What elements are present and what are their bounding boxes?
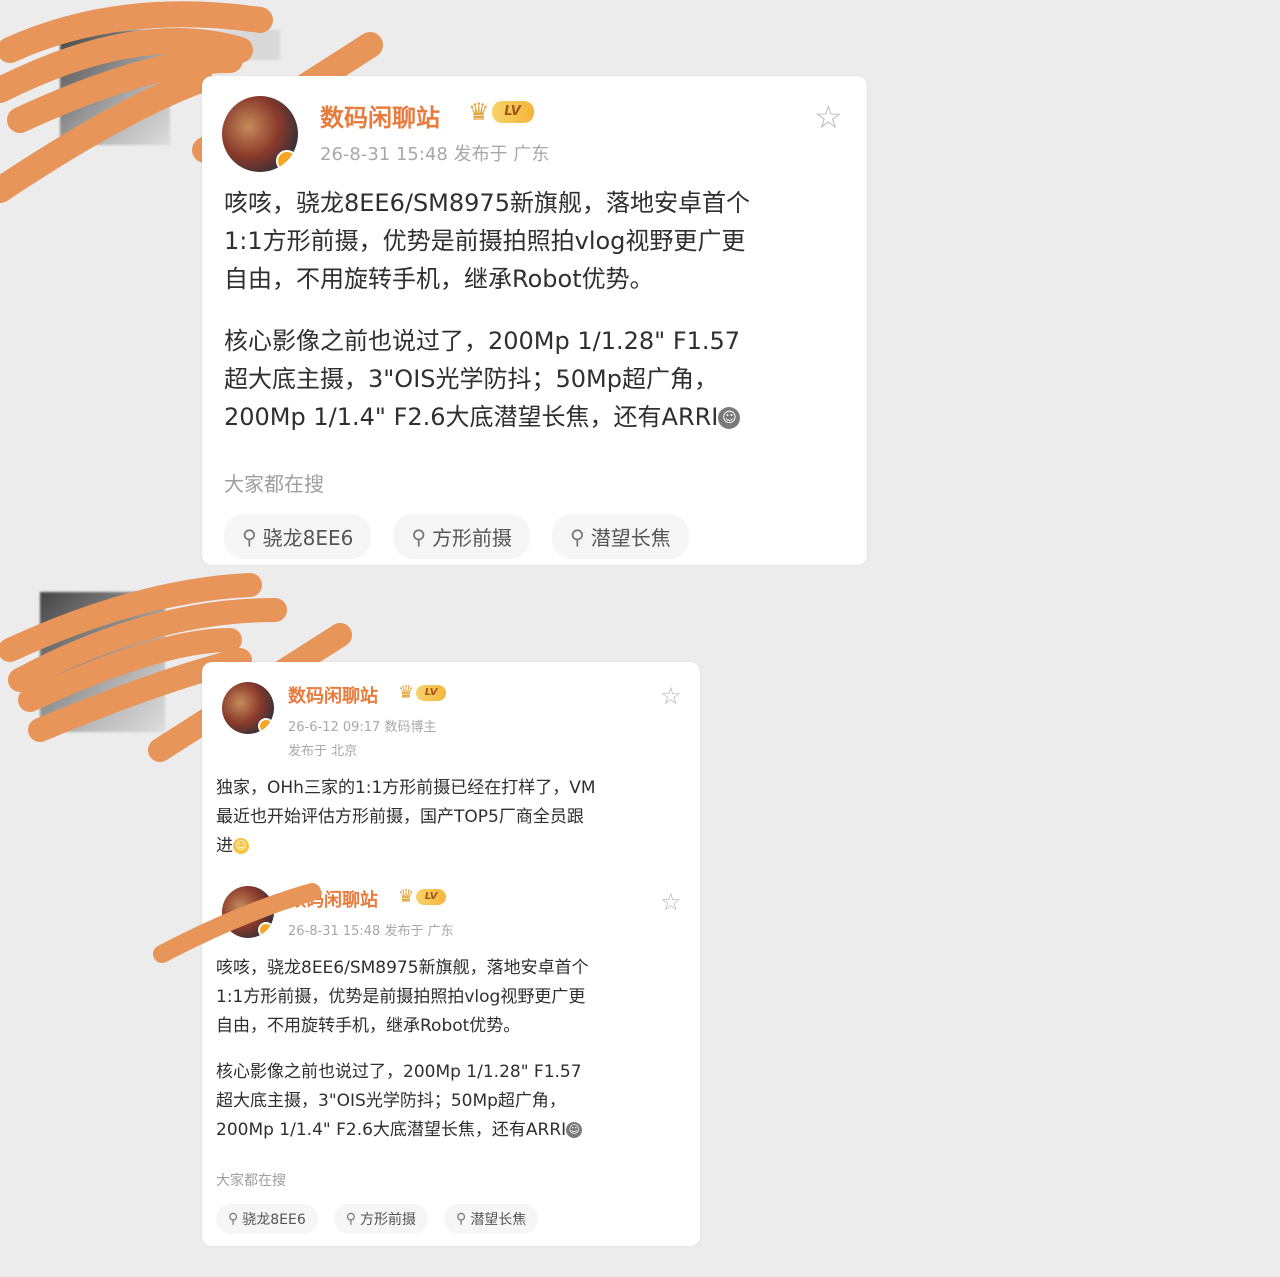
trending-tags: ⚲ 骁龙8EE6 ⚲ 方形前摄 ⚲ 潜望长焦 (216, 1204, 539, 1234)
search-icon: ⚲ (411, 524, 427, 549)
verified-badge-icon (276, 150, 298, 172)
post-meta: 26-8-31 15:48 发布于 广东 (320, 144, 550, 165)
post-content: 独家，OHh三家的1:1方形前摄已经在打样了，VM 最近也开始评估方形前摄，国产… (216, 774, 596, 861)
pixelated-name (200, 30, 280, 60)
search-icon: ⚲ (570, 524, 585, 549)
trending-hint: 大家都在搜 (224, 472, 324, 496)
username[interactable]: 数码闲聊站 (320, 98, 440, 133)
vip-level: LV (416, 684, 447, 701)
content-line: 1:1方形前摄，优势是前摄拍照拍vlog视野更广更 (224, 227, 746, 255)
crown-icon: ♛ (398, 682, 415, 703)
vip-level: LV (491, 101, 534, 123)
post-content: 咳咳，骁龙8EE6/SM8975新旗舰，落地安卓首个 1:1方形前摄，优势是前摄… (216, 954, 589, 1145)
tag-label: 骁龙8EE6 (242, 1212, 306, 1228)
content-line: 自由，不用旋转手机，继承Robot优势。 (216, 1016, 521, 1036)
tag-label: 方形前摄 (360, 1212, 417, 1228)
content-line: 咳咳，骁龙8EE6/SM8975新旗舰，落地安卓首个 (216, 958, 589, 978)
vip-badge: ♛ LV (398, 886, 447, 907)
username[interactable]: 数码闲聊站 (288, 886, 378, 912)
content-line: 独家，OHh三家的1:1方形前摄已经在打样了，VM (216, 778, 596, 798)
avatar[interactable] (222, 96, 298, 172)
tag-chip[interactable]: ⚲ 方形前摄 (393, 514, 531, 559)
verified-badge-icon (258, 922, 274, 938)
trending-hint: 大家都在搜 (216, 1173, 286, 1189)
tag-chip[interactable]: ⚲ 潜望长焦 (444, 1204, 539, 1234)
pixelated-avatar (60, 30, 170, 145)
star-outline-icon[interactable]: ☆ (814, 98, 843, 136)
star-outline-icon[interactable]: ☆ (660, 682, 682, 710)
post-content: 咳咳，骁龙8EE6/SM8975新旗舰，落地安卓首个 1:1方形前摄，优势是前摄… (224, 184, 750, 436)
post-card-1: 数码闲聊站 ♛ LV 26-8-31 15:48 发布于 广东 ☆ 咳咳，骁龙8… (202, 76, 867, 565)
tag-chip[interactable]: ⚲ 方形前摄 (333, 1204, 429, 1234)
emoji-icon: ☺ (718, 407, 741, 429)
content-line: 200Mp 1/1.4" F2.6大底潜望长焦，还有ARRI ☺ (216, 1116, 589, 1145)
content-line: 自由，不用旋转手机，继承Robot优势。 (224, 265, 654, 293)
content-line: 核心影像之前也说过了，200Mp 1/1.28" F1.57 (216, 1062, 582, 1082)
crown-icon: ♛ (398, 886, 415, 907)
content-line: 咳咳，骁龙8EE6/SM8975新旗舰，落地安卓首个 (224, 189, 750, 217)
tag-chip[interactable]: ⚲ 潜望长焦 (552, 514, 689, 559)
tag-label: 骁龙8EE6 (262, 526, 354, 550)
post-card-2: 数码闲聊站 ♛ LV 26-6-12 09:17 数码博主 发布于 北京 ☆ 独… (153, 662, 700, 1246)
content-line: 超大底主摄，3"OIS光学防抖；50Mp超广角， (216, 1091, 566, 1111)
star-outline-icon[interactable]: ☆ (660, 888, 682, 916)
post-meta-location: 发布于 北京 (288, 744, 358, 759)
crown-icon: ♛ (468, 98, 490, 126)
vip-badge: ♛ LV (398, 682, 447, 703)
post-meta: 26-6-12 09:17 数码博主 (288, 720, 437, 735)
vip-badge: ♛ LV (468, 98, 534, 126)
content-line: 1:1方形前摄，优势是前摄拍照拍vlog视野更广更 (216, 987, 586, 1007)
post-meta: 26-8-31 15:48 发布于 广东 (288, 924, 454, 939)
tag-label: 方形前摄 (432, 526, 513, 550)
search-icon: ⚲ (456, 1211, 467, 1227)
username[interactable]: 数码闲聊站 (288, 682, 378, 708)
tag-label: 潜望长焦 (470, 1212, 527, 1228)
emoji-icon: ☺ (566, 1122, 583, 1138)
tag-chip[interactable]: ⚲ 骁龙8EE6 (216, 1204, 318, 1234)
content-line: 进 ☺ (216, 832, 596, 861)
search-icon: ⚲ (345, 1211, 357, 1227)
trending-tags: ⚲ 骁龙8EE6 ⚲ 方形前摄 ⚲ 潜望长焦 (224, 514, 689, 559)
tag-chip[interactable]: ⚲ 骁龙8EE6 (224, 514, 372, 559)
content-line: 200Mp 1/1.4" F2.6大底潜望长焦，还有ARRI ☺ (224, 398, 750, 436)
content-line: 核心影像之前也说过了，200Mp 1/1.28" F1.57 (224, 327, 741, 355)
avatar[interactable] (222, 886, 274, 938)
search-icon: ⚲ (242, 524, 257, 549)
content-line: 最近也开始评估方形前摄，国产TOP5厂商全员跟 (216, 807, 584, 827)
pixelated-avatar (40, 592, 165, 732)
avatar[interactable] (222, 682, 274, 734)
vip-level: LV (416, 888, 447, 905)
tag-label: 潜望长焦 (590, 526, 671, 550)
search-icon: ⚲ (228, 1211, 239, 1227)
emoji-icon: ☺ (233, 838, 249, 854)
content-line: 超大底主摄，3"OIS光学防抖；50Mp超广角， (224, 365, 718, 393)
verified-badge-icon (258, 718, 274, 734)
